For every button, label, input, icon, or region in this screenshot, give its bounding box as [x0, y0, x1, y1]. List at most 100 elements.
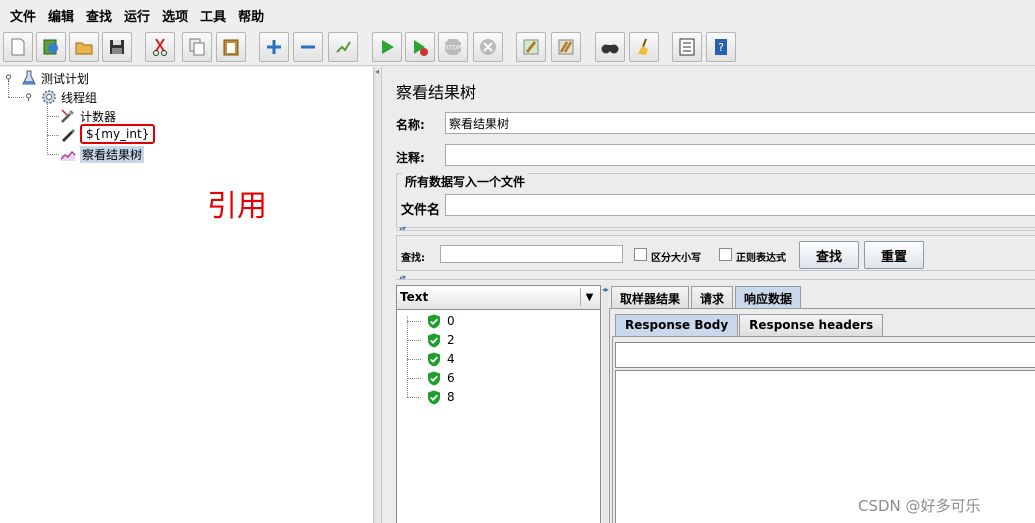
shutdown-button[interactable]: [473, 32, 503, 62]
tree-label-counter: 计数器: [80, 109, 117, 124]
tab-response-headers[interactable]: Response headers: [739, 314, 884, 336]
collapse-icon: [301, 45, 315, 49]
tree-label-var-ref: ${my_int}: [80, 124, 156, 144]
name-field[interactable]: 察看结果树: [445, 112, 1035, 134]
menu-help[interactable]: 帮助: [232, 6, 270, 25]
tab-response-data[interactable]: 响应数据: [735, 286, 802, 308]
result-item[interactable]: 8: [427, 388, 455, 406]
results-divider-arrows[interactable]: ◂▸: [602, 285, 609, 294]
case-sensitive-label: 区分大小写: [651, 253, 701, 264]
reset-search-button[interactable]: [629, 32, 659, 62]
tree-label-thread-group: 线程组: [61, 90, 98, 105]
search-icon: [601, 44, 619, 54]
result-tabs: 取样器结果 请求 响应数据: [611, 286, 803, 308]
help-button[interactable]: ?: [706, 32, 736, 62]
start-button[interactable]: [372, 32, 402, 62]
result-item[interactable]: 6: [427, 369, 455, 387]
name-label: 名称:: [396, 118, 425, 132]
paste-button[interactable]: [216, 32, 246, 62]
graph-icon: [59, 146, 77, 162]
templates-button[interactable]: [36, 32, 66, 62]
start-no-pause-icon: [414, 40, 428, 56]
response-subtabs: Response Body Response headers: [615, 314, 884, 336]
view-results-tree-panel: 察看结果树 名称: 察看结果树 注释: 所有数据写入一个文件 文件名 ▴▾ 查找…: [383, 67, 1035, 523]
case-sensitive-checkbox[interactable]: [634, 248, 647, 261]
copy-button[interactable]: [182, 32, 212, 62]
search-input[interactable]: [440, 245, 623, 263]
tab-request[interactable]: 请求: [691, 286, 734, 308]
clear-all-button[interactable]: [551, 32, 581, 62]
stop-button[interactable]: STOP: [438, 32, 468, 62]
reset-search-icon: [638, 38, 648, 55]
result-item[interactable]: 0: [427, 312, 455, 330]
tree-node-counter[interactable]: 计数器: [59, 107, 116, 125]
reset-button[interactable]: 重置: [864, 241, 924, 269]
tree-label-test-plan: 测试计划: [41, 71, 90, 86]
function-helper-icon: [679, 38, 695, 56]
tree-node-var-ref[interactable]: ${my_int}: [59, 124, 156, 144]
tree-node-view-results-tree[interactable]: 察看结果树: [59, 145, 145, 163]
cut-button[interactable]: [145, 32, 175, 62]
result-item-label: 8: [447, 390, 455, 404]
tree-node-test-plan[interactable]: 测试计划: [20, 69, 89, 87]
toolbar: STOP ?: [0, 30, 1035, 66]
help-icon: ?: [715, 39, 727, 55]
menu-edit[interactable]: 编辑: [42, 6, 80, 25]
collapse-button[interactable]: [293, 32, 323, 62]
chevron-down-icon[interactable]: ▼: [580, 288, 598, 306]
clear-button[interactable]: [516, 32, 546, 62]
menu-tools[interactable]: 工具: [194, 6, 232, 25]
flask-icon: [20, 70, 38, 86]
search-label: 查找:: [401, 253, 425, 264]
templates-icon: [43, 39, 58, 55]
success-shield-icon: [428, 333, 440, 347]
menu-options[interactable]: 选项: [156, 6, 194, 25]
panel-title: 察看结果树: [396, 83, 477, 102]
success-shield-icon: [428, 314, 440, 328]
tree-node-thread-group[interactable]: 线程组: [40, 88, 97, 106]
new-button[interactable]: [3, 32, 33, 62]
open-icon: [75, 42, 93, 55]
response-search-field[interactable]: [615, 342, 1035, 368]
menu-run[interactable]: 运行: [118, 6, 156, 25]
regex-checkbox[interactable]: [719, 248, 732, 261]
save-icon: [110, 40, 124, 54]
comment-field[interactable]: [445, 144, 1035, 166]
start-no-pause-button[interactable]: [405, 32, 435, 62]
find-button[interactable]: 查找: [799, 241, 859, 269]
pencil-icon: [59, 126, 77, 142]
open-button[interactable]: [69, 32, 99, 62]
search-button[interactable]: [595, 32, 625, 62]
thread-group-expander[interactable]: ⚲: [24, 93, 33, 103]
result-item[interactable]: 4: [427, 350, 455, 368]
function-helper-button[interactable]: [672, 32, 702, 62]
splitter-1[interactable]: [396, 230, 1035, 234]
expand-button[interactable]: [259, 32, 289, 62]
shutdown-icon: [480, 39, 496, 55]
split-pane-divider[interactable]: ◂: [374, 67, 382, 523]
toggle-button[interactable]: [328, 32, 358, 62]
filename-field[interactable]: [445, 194, 1035, 216]
menu-search[interactable]: 查找: [80, 6, 118, 25]
tab-response-body[interactable]: Response Body: [615, 314, 739, 336]
collapse-arrows[interactable]: ◂: [375, 67, 379, 76]
tree-label-view-results-tree: 察看结果树: [80, 145, 145, 163]
result-item-label: 6: [447, 371, 455, 385]
toggle-icon: [336, 41, 351, 53]
paste-icon: [223, 39, 239, 56]
results-divider[interactable]: ◂▸: [602, 285, 609, 523]
test-plan-tree: ⚲ 测试计划 ⚲ 线程组 计数器 ${my_int} 察看结果树 引用: [0, 67, 374, 523]
copy-icon: [189, 38, 205, 56]
root-expander[interactable]: ⚲: [4, 74, 13, 84]
tab-sampler-result[interactable]: 取样器结果: [611, 286, 690, 308]
filename-label: 文件名: [401, 203, 441, 218]
gear-icon: [40, 89, 58, 105]
renderer-value: Text: [400, 290, 429, 304]
splitter-2[interactable]: [396, 279, 1035, 283]
renderer-select[interactable]: Text ▼: [397, 286, 600, 310]
result-item-label: 2: [447, 333, 455, 347]
result-item[interactable]: 2: [427, 331, 455, 349]
save-button[interactable]: [102, 32, 132, 62]
menu-file[interactable]: 文件: [4, 6, 42, 25]
start-icon: [382, 40, 394, 54]
